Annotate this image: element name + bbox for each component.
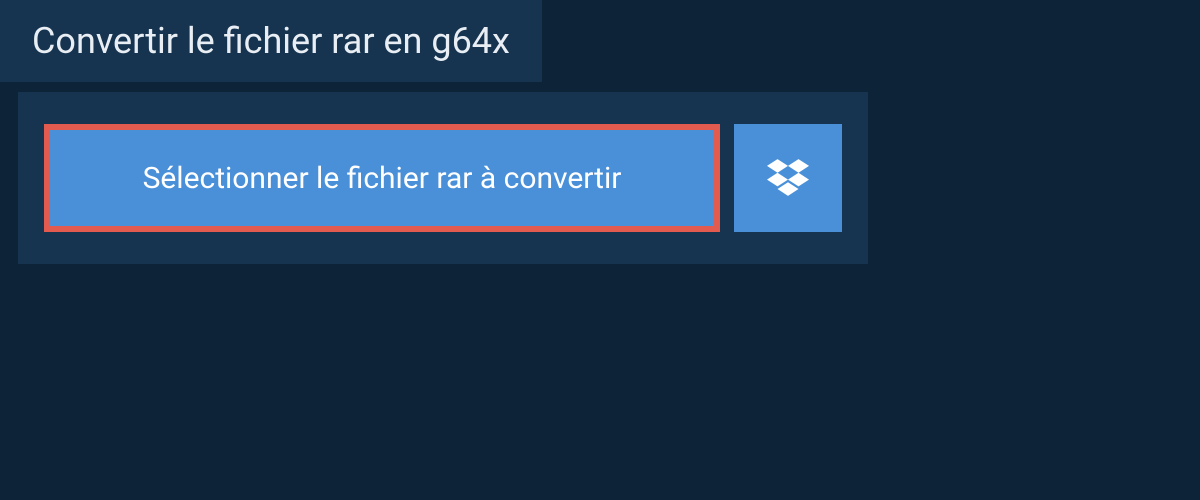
header-bar: Convertir le fichier rar en g64x [0,0,542,82]
select-file-button[interactable]: Sélectionner le fichier rar à convertir [44,124,720,232]
upload-panel: Sélectionner le fichier rar à convertir [18,92,868,264]
dropbox-icon [767,157,809,199]
dropbox-button[interactable] [734,124,842,232]
page-title: Convertir le fichier rar en g64x [32,20,510,62]
button-row: Sélectionner le fichier rar à convertir [44,124,842,232]
select-file-label: Sélectionner le fichier rar à convertir [143,161,622,196]
